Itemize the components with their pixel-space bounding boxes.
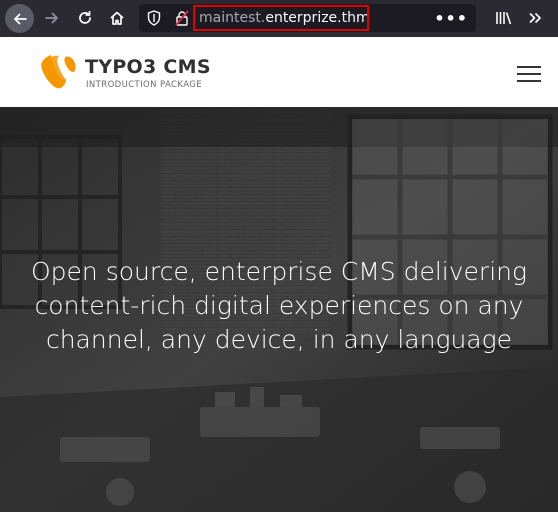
address-bar[interactable]: maintest. enterprize.thm ••• <box>139 4 476 32</box>
home-icon <box>110 11 124 25</box>
insecure-lock-icon[interactable] <box>175 10 189 26</box>
url-subdomain: maintest. <box>199 10 266 26</box>
hero-line-2: content-rich digital experiences on any <box>34 291 524 320</box>
overflow-chevron-glyph <box>529 12 541 24</box>
menu-bar-top <box>517 66 541 68</box>
hero-banner: Open source, enterprise CMS delivering c… <box>0 107 558 512</box>
library-button[interactable] <box>489 4 519 32</box>
overflow-chevron-icon[interactable] <box>520 4 550 32</box>
forward-button[interactable] <box>37 4 67 32</box>
reload-button[interactable] <box>70 4 100 32</box>
menu-bar-middle <box>517 73 541 75</box>
back-button[interactable] <box>5 4 34 33</box>
site-header: TYPO3 CMS INTRODUCTION PACKAGE <box>0 37 558 107</box>
logo-subtitle: INTRODUCTION PACKAGE <box>86 80 203 90</box>
url-text[interactable]: maintest. enterprize.thm <box>193 5 369 31</box>
hero-line-1: Open source, enterprise CMS delivering <box>31 257 527 286</box>
logo-title[interactable]: TYPO3 CMS <box>85 56 211 78</box>
tracking-protection-shield-icon[interactable] <box>147 10 161 26</box>
back-arrow-icon <box>13 13 27 24</box>
menu-bar-bottom <box>517 80 541 82</box>
home-button[interactable] <box>102 4 132 32</box>
hero-line-3: channel, any device, in any language <box>45 325 513 354</box>
reload-icon <box>79 10 91 24</box>
library-icon <box>496 12 512 25</box>
page-actions-icon[interactable]: ••• <box>434 4 468 32</box>
browser-toolbar: maintest. enterprize.thm ••• <box>0 0 558 37</box>
forward-arrow-icon <box>45 12 58 24</box>
url-domain: enterprize.thm <box>265 10 369 26</box>
hero-tagline: Open source, enterprise CMS delivering c… <box>20 255 538 357</box>
hamburger-menu-icon[interactable] <box>517 66 541 82</box>
typo3-logo-icon[interactable] <box>40 55 78 89</box>
